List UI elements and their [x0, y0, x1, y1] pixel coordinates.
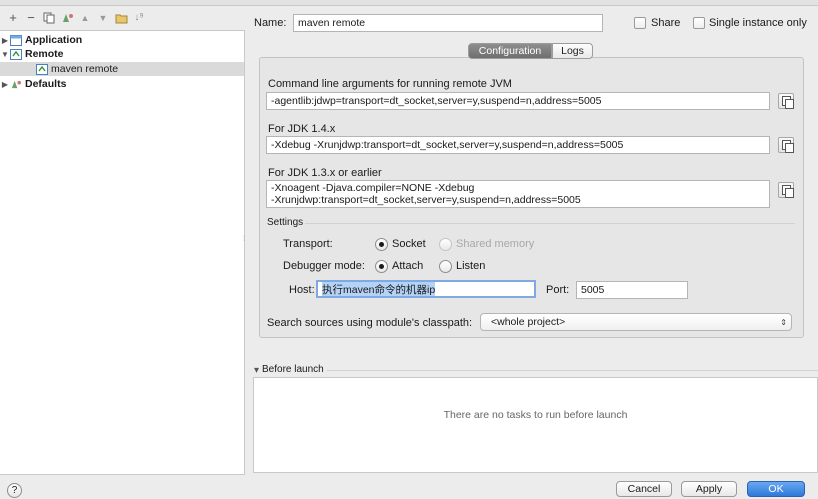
jdk14-label: For JDK 1.4.x: [268, 123, 336, 135]
socket-label: Socket: [392, 238, 426, 250]
jdk13-field[interactable]: -Xnoagent -Djava.compiler=NONE -Xdebug -…: [266, 180, 770, 208]
shared-memory-radio[interactable]: [439, 238, 452, 251]
listen-label: Listen: [456, 260, 486, 272]
before-launch-title: Before launch: [262, 364, 324, 375]
select-arrows-icon: ⇕: [780, 317, 787, 327]
move-down-icon[interactable]: ▼: [96, 11, 110, 25]
transport-label: Transport:: [283, 238, 333, 250]
splitter-handle[interactable]: ⁞: [243, 235, 246, 249]
configuration-tree: ▶ Application ▼ Remote maven remote ▶ De…: [0, 30, 245, 475]
before-launch-list: There are no tasks to run before launch: [253, 377, 818, 473]
share-label: Share: [651, 17, 681, 29]
apply-button[interactable]: Apply: [681, 481, 737, 497]
copy-icon: [781, 185, 794, 198]
tree-toolbar: + − ▲ ▼ ↓⁹: [0, 6, 245, 30]
before-launch-separator: [327, 370, 818, 371]
name-label: Name:: [254, 17, 287, 29]
defaults-icon: [11, 80, 22, 88]
remote-config-icon: [36, 63, 48, 75]
search-sources-value: <whole project>: [491, 316, 566, 328]
copy-config-icon[interactable]: [42, 11, 56, 25]
folder-icon[interactable]: [114, 11, 128, 25]
search-sources-select[interactable]: <whole project> ⇕: [480, 313, 792, 331]
copy-icon: [781, 96, 794, 109]
single-instance-checkbox[interactable]: [693, 17, 705, 29]
copy-jdk13-button[interactable]: [778, 182, 794, 198]
cancel-button[interactable]: Cancel: [616, 481, 672, 497]
attach-radio[interactable]: [375, 260, 388, 273]
before-launch-empty-text: There are no tasks to run before launch: [443, 409, 628, 421]
tree-item-label: Application: [25, 34, 83, 46]
port-label: Port:: [546, 284, 570, 296]
ok-button[interactable]: OK: [747, 481, 805, 497]
host-value: 执行maven命令的机器ip: [322, 282, 436, 296]
sort-icon[interactable]: ↓⁹: [132, 11, 146, 25]
edit-defaults-icon[interactable]: [60, 11, 74, 25]
move-up-icon[interactable]: ▲: [78, 11, 92, 25]
jdk14-field[interactable]: -Xdebug -Xrunjdwp:transport=dt_socket,se…: [266, 136, 770, 154]
copy-icon: [781, 140, 794, 153]
tree-item-label: Defaults: [25, 78, 67, 90]
add-icon[interactable]: +: [6, 11, 20, 25]
remove-icon[interactable]: −: [24, 11, 38, 25]
cmd-args-label: Command line arguments for running remot…: [268, 78, 512, 90]
expand-icon[interactable]: ▶: [0, 36, 10, 45]
shared-memory-label: Shared memory: [456, 238, 535, 250]
single-instance-label: Single instance only: [709, 17, 807, 29]
port-field[interactable]: 5005: [576, 281, 688, 299]
jdk13-label: For JDK 1.3.x or earlier: [268, 167, 382, 179]
before-launch-toggle-icon[interactable]: ▾: [254, 365, 259, 376]
jdk13-line-2: -Xrunjdwp:transport=dt_socket,server=y,s…: [271, 194, 581, 206]
application-icon: [10, 34, 22, 46]
tree-item-remote[interactable]: ▼ Remote: [0, 47, 244, 61]
settings-title: Settings: [267, 217, 304, 228]
debugger-mode-label: Debugger mode:: [283, 260, 365, 272]
share-checkbox[interactable]: [634, 17, 646, 29]
tree-item-label: maven remote: [51, 63, 119, 75]
tree-item-defaults[interactable]: ▶ Defaults: [0, 77, 244, 91]
tree-item-maven-remote[interactable]: maven remote: [0, 62, 244, 76]
socket-radio[interactable]: [375, 238, 388, 251]
help-button[interactable]: ?: [7, 483, 22, 498]
expand-icon[interactable]: ▶: [0, 80, 10, 89]
tree-item-application[interactable]: ▶ Application: [0, 33, 244, 47]
cmd-args-field[interactable]: -agentlib:jdwp=transport=dt_socket,serve…: [266, 92, 770, 110]
jdk13-line-1: -Xnoagent -Djava.compiler=NONE -Xdebug: [271, 182, 475, 194]
tab-configuration[interactable]: Configuration: [468, 43, 552, 59]
tab-logs[interactable]: Logs: [552, 43, 593, 59]
collapse-icon[interactable]: ▼: [0, 50, 10, 59]
host-field[interactable]: 执行maven命令的机器ip: [316, 280, 536, 298]
name-field[interactable]: maven remote: [293, 14, 603, 32]
listen-radio[interactable]: [439, 260, 452, 273]
copy-cmd-button[interactable]: [778, 93, 794, 109]
copy-jdk14-button[interactable]: [778, 137, 794, 153]
search-sources-label: Search sources using module's classpath:: [267, 317, 473, 329]
help-icon: ?: [11, 485, 18, 496]
tree-item-label: Remote: [25, 48, 64, 60]
attach-label: Attach: [392, 260, 424, 272]
host-label: Host:: [289, 284, 315, 296]
settings-separator: [305, 223, 795, 224]
remote-icon: [10, 48, 22, 60]
